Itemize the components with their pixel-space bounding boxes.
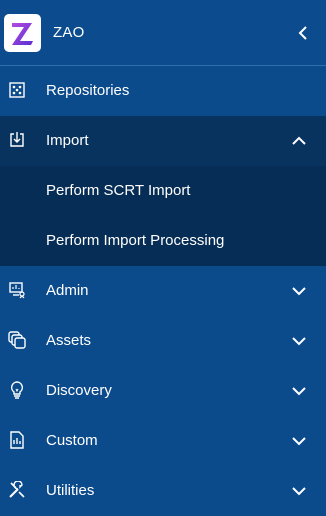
chevron-down-icon: [291, 285, 307, 297]
sidebar-item-repositories[interactable]: Repositories: [0, 66, 326, 116]
import-icon: [8, 131, 26, 149]
sidebar-item-utilities[interactable]: Utilities: [0, 466, 326, 516]
submenu-item-perform-scrt-import[interactable]: Perform SCRT Import: [0, 166, 326, 216]
sidebar-item-label: Admin: [46, 282, 89, 299]
sidebar-item-discovery[interactable]: Discovery: [0, 366, 326, 416]
sidebar-item-label: Repositories: [46, 82, 130, 99]
utilities-icon: [8, 481, 26, 499]
sidebar-item-label: Utilities: [46, 482, 95, 499]
sidebar-item-admin[interactable]: Admin: [0, 266, 326, 316]
chevron-down-icon: [291, 385, 307, 397]
chevron-down-icon: [291, 435, 307, 447]
app-logo[interactable]: [4, 14, 41, 52]
submenu-item-perform-import-processing[interactable]: Perform Import Processing: [0, 216, 326, 266]
discovery-icon: [8, 381, 26, 399]
sidebar-item-label: Assets: [46, 332, 92, 349]
sidebar-item-import[interactable]: Import: [0, 116, 326, 166]
chevron-left-icon: [298, 26, 307, 40]
submenu-item-label: Perform Import Processing: [46, 232, 225, 249]
submenu-item-label: Perform SCRT Import: [46, 182, 191, 199]
admin-icon: [8, 281, 26, 299]
assets-icon: [8, 331, 26, 349]
chevron-down-icon: [291, 485, 307, 497]
chevron-up-icon: [291, 135, 307, 147]
sidebar-item-custom[interactable]: Custom: [0, 416, 326, 466]
app-name: ZAO: [53, 24, 85, 41]
sidebar-item-label: Custom: [46, 432, 98, 449]
sidebar-item-label: Discovery: [46, 382, 112, 399]
custom-icon: [8, 431, 26, 449]
sidebar-header: ZAO: [0, 0, 326, 66]
sidebar-item-label: Import: [46, 132, 89, 149]
sidebar: ZAO Repositories Import Perform SCRT Imp…: [0, 0, 326, 511]
chevron-down-icon: [291, 335, 307, 347]
collapse-sidebar-button[interactable]: [296, 23, 310, 43]
zao-logo-icon: [12, 23, 33, 45]
repositories-icon: [8, 81, 26, 99]
sidebar-item-assets[interactable]: Assets: [0, 316, 326, 366]
